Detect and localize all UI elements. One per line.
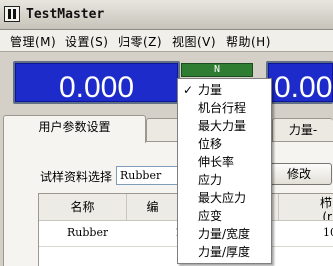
menu-help[interactable]: 帮助(H): [226, 33, 271, 50]
dropdown-item-label: 力量: [198, 83, 223, 97]
secondary-value: 0.000: [274, 71, 333, 104]
col-header-number[interactable]: 编: [127, 194, 179, 221]
dropdown-item-stress[interactable]: 应力: [178, 172, 271, 189]
window-title: TestMaster: [26, 7, 105, 22]
col-header-spec-line1: 栉: [319, 196, 332, 210]
dropdown-item-max-force[interactable]: 最大力量: [178, 118, 271, 135]
tab-user-params[interactable]: 用户参数设置: [3, 115, 146, 143]
force-display-panel: 0.000: [13, 61, 180, 104]
modify-button[interactable]: 修改: [266, 163, 332, 185]
unit-dropdown-menu: ✓ 力量 机台行程 最大力量 位移 伸长率 应力 最大应力 应变 力量/宽度 力…: [177, 78, 272, 264]
menu-settings[interactable]: 设置(S): [65, 33, 108, 50]
checkmark-icon: ✓: [183, 83, 194, 97]
sample-select-label: 试样资料选择: [40, 170, 113, 184]
dropdown-item-force-per-thickness[interactable]: 力量/厚度: [178, 244, 271, 261]
dropdown-item-force-per-width[interactable]: 力量/宽度: [178, 226, 271, 243]
force-value: 0.000: [58, 71, 135, 104]
menu-bar: 管理(M) 设置(S) 归零(Z) 视图(V) 帮助(H): [0, 30, 333, 52]
app-icon: [4, 6, 20, 22]
dropdown-item-strain[interactable]: 应变: [178, 208, 271, 225]
menu-zero[interactable]: 归零(Z): [118, 33, 162, 50]
secondary-display-panel: 0.000: [266, 61, 333, 104]
cell-name[interactable]: Rubber: [67, 226, 108, 239]
dropdown-item-travel[interactable]: 机台行程: [178, 100, 271, 117]
menu-manage[interactable]: 管理(M): [10, 33, 56, 50]
dropdown-item-max-stress[interactable]: 最大应力: [178, 190, 271, 207]
tab-strip: 用户参数设置 力量-: [0, 112, 333, 143]
cell-spec[interactable]: 10: [323, 226, 333, 239]
col-header-name[interactable]: 名称: [39, 194, 127, 221]
title-bar: TestMaster: [0, 0, 333, 30]
unit-selector[interactable]: N: [181, 63, 253, 77]
dropdown-item-displacement[interactable]: 位移: [178, 136, 271, 153]
tab-force[interactable]: 力量-: [272, 118, 333, 142]
dropdown-item-elongation[interactable]: 伸长率: [178, 154, 271, 171]
col-header-spec[interactable]: 栉 (r: [279, 194, 333, 221]
col-header-spec-line2: (r: [322, 210, 332, 221]
sample-input[interactable]: Rubber: [116, 166, 186, 185]
dropdown-item-force[interactable]: ✓ 力量: [178, 82, 271, 99]
menu-view[interactable]: 视图(V): [172, 33, 216, 50]
